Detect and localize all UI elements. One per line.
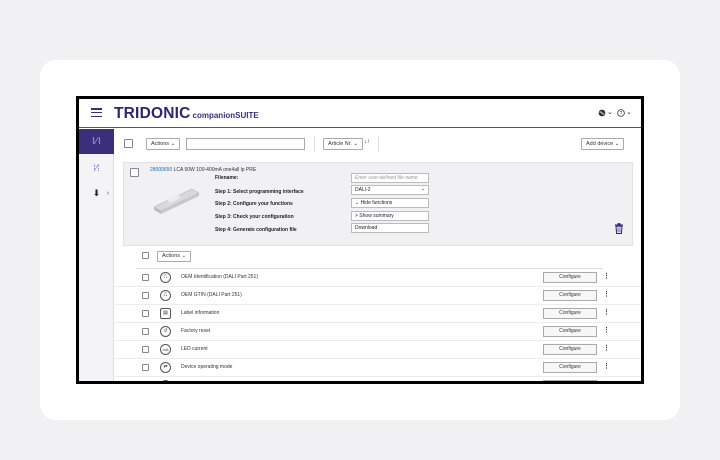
app-logo: TRIDONIC companionSUITE <box>114 105 259 123</box>
toolbar-divider <box>314 137 315 151</box>
function-row: ◌ Configure ⋮ <box>115 377 641 384</box>
row-checkbox[interactable] <box>142 310 149 317</box>
sort-order-icon[interactable]: ↓↑ <box>364 139 370 145</box>
label-icon: ▤ <box>160 308 171 319</box>
svg-text:?: ? <box>620 111 623 117</box>
row-checkbox[interactable] <box>142 274 149 281</box>
globe-icon[interactable] <box>598 109 606 119</box>
select-all-checkbox[interactable] <box>124 139 133 148</box>
show-summary-button[interactable]: > Show summary <box>351 211 429 221</box>
more-options-icon[interactable]: ⋮ <box>603 344 610 354</box>
configure-button[interactable]: Configure <box>543 344 597 355</box>
add-device-button[interactable]: Add device ⌄ <box>581 138 625 150</box>
article-number-link[interactable]: 28000650 <box>150 167 172 173</box>
top-bar: TRIDONIC companionSUITE ⌄ ? ⌄ <box>79 99 641 128</box>
sidebar-item-functions[interactable]: ⁞⁄⁞ <box>79 155 114 180</box>
function-label: LED current <box>181 346 208 352</box>
row-checkbox[interactable] <box>142 364 149 371</box>
more-options-icon[interactable]: ⋮ <box>603 308 610 318</box>
chevron-right-icon: › <box>106 190 109 197</box>
row-checkbox[interactable] <box>142 382 149 384</box>
step-2-label: Step 2: Configure your functions <box>215 201 293 207</box>
step-3-label: Step 3: Check your configuration <box>215 214 294 220</box>
download-icon: ⬇ <box>92 188 101 198</box>
help-chevron-icon[interactable]: ⌄ <box>626 108 632 116</box>
row-checkbox[interactable] <box>142 292 149 299</box>
configure-button[interactable]: Configure <box>543 272 597 283</box>
app-window: TRIDONIC companionSUITE ⌄ ? ⌄ ⌇⁄⌇ ⁞⁄⁞ ⬇ ›… <box>76 96 644 384</box>
row-checkbox[interactable] <box>142 346 149 353</box>
globe-chevron-icon[interactable]: ⌄ <box>607 108 613 116</box>
more-options-icon[interactable]: ⋮ <box>603 272 610 282</box>
function-label: Device operating mode <box>181 364 233 370</box>
step-1-label: Step 1: Select programming interface <box>215 189 304 195</box>
row-checkbox[interactable] <box>142 328 149 335</box>
actions-dropdown[interactable]: Actions ⌄ <box>146 138 181 150</box>
reset-icon: ↺ <box>160 326 171 337</box>
device-checkbox[interactable] <box>130 168 139 177</box>
function-label: Label information <box>181 310 220 316</box>
more-options-icon[interactable]: ⋮ <box>603 362 610 372</box>
sidebar: ⌇⁄⌇ ⁞⁄⁞ ⬇ › <box>79 129 114 381</box>
download-button[interactable]: Download <box>351 223 429 233</box>
configure-button[interactable]: Configure <box>543 326 597 337</box>
configure-button[interactable]: Configure <box>543 308 597 319</box>
oem-id-icon: ⎍ <box>160 272 171 283</box>
more-options-icon[interactable]: ⋮ <box>603 380 610 381</box>
function-row: ⇄ Device operating mode Configure ⋮ <box>115 359 641 377</box>
function-row: mA LED current Configure ⋮ <box>115 341 641 359</box>
functions-header: Actions ⌄ <box>115 247 641 269</box>
toolbar-divider <box>378 137 379 151</box>
interface-select[interactable]: DALI-2 ⌄ <box>351 185 429 195</box>
led-current-icon: mA <box>160 344 171 355</box>
logo-sub: companionSUITE <box>192 111 259 120</box>
function-row: ▤ Label information Configure ⋮ <box>115 305 641 323</box>
hide-functions-button[interactable]: ⌄ Hide functions <box>351 198 429 208</box>
functions-icon: ⁞⁄⁞ <box>93 162 100 173</box>
function-row: ⎍ OEM GTIN (DALI Part 251) Configure ⋮ <box>115 287 641 305</box>
toolbar: Actions ⌄ Article Nr. ⌄ ↓↑ Add device ⌄ <box>115 129 641 160</box>
configure-button[interactable]: Configure <box>543 380 597 381</box>
functions-select-all-checkbox[interactable] <box>142 252 149 259</box>
device-image <box>153 188 200 214</box>
device-title: 28000650 LCA 50W 100-400mA one4all lp PR… <box>150 167 256 173</box>
function-label: OEM GTIN (DALI Part 251) <box>181 292 242 298</box>
device-name: LCA 50W 100-400mA one4all lp PRE <box>172 167 257 173</box>
operating-mode-icon: ⇄ <box>160 362 171 373</box>
sidebar-item-devices[interactable]: ⌇⁄⌇ <box>79 129 114 154</box>
logo-main: TRIDONIC <box>114 105 191 122</box>
function-label: Factory reset <box>181 328 211 334</box>
filename-input[interactable]: Enter user-defined file name <box>351 173 429 183</box>
filename-label: Filename: <box>215 175 239 181</box>
help-icon[interactable]: ? <box>617 109 625 119</box>
function-label: OEM Identification (DALI Part 251) <box>181 274 258 280</box>
chevron-down-icon: ⌄ <box>420 186 425 192</box>
more-options-icon[interactable]: ⋮ <box>603 326 610 336</box>
function-row: ⎍ OEM Identification (DALI Part 251) Con… <box>115 269 641 287</box>
step-4-label: Step 4: Generate configuration file <box>215 227 297 233</box>
delete-icon[interactable] <box>614 223 624 234</box>
function-icon: ◌ <box>160 380 171 381</box>
interface-value: DALI-2 <box>355 187 371 193</box>
configure-button[interactable]: Configure <box>543 362 597 373</box>
oem-gtin-icon: ⎍ <box>160 290 171 301</box>
function-row: ↺ Factory reset Configure ⋮ <box>115 323 641 341</box>
functions-actions-dropdown[interactable]: Actions ⌄ <box>157 251 192 262</box>
sidebar-item-download[interactable]: ⬇ › <box>79 181 114 206</box>
device-card: 28000650 LCA 50W 100-400mA one4all lp PR… <box>123 162 633 246</box>
configure-button[interactable]: Configure <box>543 290 597 301</box>
menu-icon[interactable] <box>91 108 102 118</box>
sort-field-dropdown[interactable]: Article Nr. ⌄ <box>323 138 363 150</box>
main-content: Actions ⌄ Article Nr. ⌄ ↓↑ Add device ⌄ … <box>115 129 641 384</box>
search-input[interactable] <box>186 138 305 150</box>
more-options-icon[interactable]: ⋮ <box>603 290 610 300</box>
devices-icon: ⌇⁄⌇ <box>91 136 102 146</box>
